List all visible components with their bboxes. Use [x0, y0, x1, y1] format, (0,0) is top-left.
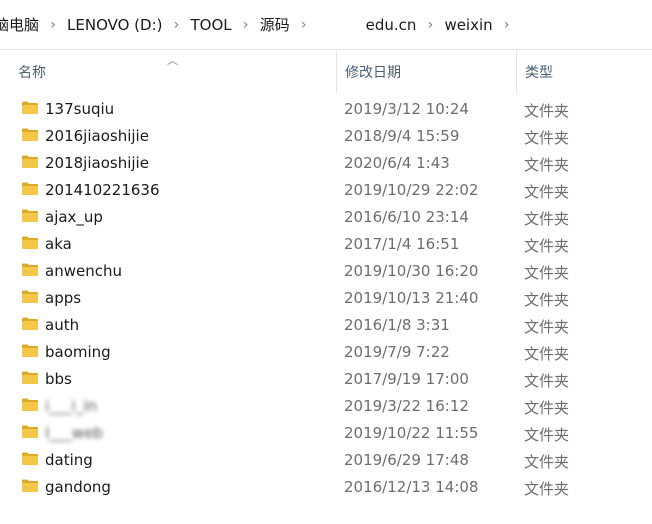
breadcrumb-this-pc[interactable]: 脑电脑 [0, 14, 41, 35]
breadcrumb-domain[interactable]: edu.cn [364, 16, 419, 34]
chevron-right-icon[interactable]: › [418, 17, 442, 33]
file-type: 文件夹 [524, 264, 570, 282]
file-row[interactable]: 2018jiaoshijie 2020/6/4 1:43 文件夹 [0, 150, 652, 177]
folder-icon [22, 182, 38, 195]
file-date: 2017/9/19 17:00 [344, 370, 469, 388]
file-type: 文件夹 [524, 156, 570, 174]
file-list: 137suqiu 2019/3/12 10:24 文件夹 2016jiaoshijie… [0, 96, 652, 501]
file-name: anwenchu [45, 262, 122, 280]
file-row[interactable]: ajax_up 2016/6/10 23:14 文件夹 [0, 204, 652, 231]
file-row[interactable]: I___web 2019/10/22 11:55 文件夹 [0, 420, 652, 447]
file-name: bbs [45, 370, 72, 388]
file-type: 文件夹 [524, 183, 570, 201]
address-bar[interactable]: 脑电脑 › LENOVO (D:) › TOOL › 源码 › edu.cn ›… [0, 0, 652, 50]
file-type: 文件夹 [524, 372, 570, 390]
folder-icon [22, 452, 38, 465]
file-row[interactable]: i___i_in 2019/3/22 16:12 文件夹 [0, 393, 652, 420]
file-name: 2018jiaoshijie [45, 154, 149, 172]
file-name: gandong [45, 478, 111, 496]
file-type: 文件夹 [524, 399, 570, 417]
file-type: 文件夹 [524, 480, 570, 498]
chevron-right-icon[interactable]: › [165, 17, 189, 33]
file-name: 2016jiaoshijie [45, 127, 149, 145]
file-date: 2020/6/4 1:43 [344, 154, 450, 172]
file-row[interactable]: auth 2016/1/8 3:31 文件夹 [0, 312, 652, 339]
file-row[interactable]: 137suqiu 2019/3/12 10:24 文件夹 [0, 96, 652, 123]
file-date: 2016/6/10 23:14 [344, 208, 469, 226]
folder-icon [22, 398, 38, 411]
chevron-right-icon[interactable]: › [41, 17, 65, 33]
column-date-label: 修改日期 [345, 65, 401, 81]
folder-icon [22, 128, 38, 141]
file-date: 2019/10/22 11:55 [344, 424, 479, 442]
folder-icon [22, 371, 38, 384]
folder-icon [22, 209, 38, 222]
file-name: ajax_up [45, 208, 103, 226]
breadcrumb-tool[interactable]: TOOL [189, 16, 234, 34]
folder-icon [22, 263, 38, 276]
file-name: baoming [45, 343, 111, 361]
breadcrumb-source[interactable]: 源码 [258, 14, 292, 35]
file-name: dating [45, 451, 93, 469]
folder-icon [22, 155, 38, 168]
file-row[interactable]: aka 2017/1/4 16:51 文件夹 [0, 231, 652, 258]
file-date: 2019/3/22 16:12 [344, 397, 469, 415]
folder-icon [22, 344, 38, 357]
column-type-label: 类型 [525, 65, 553, 81]
folder-icon [22, 317, 38, 330]
file-row[interactable]: anwenchu 2019/10/30 16:20 文件夹 [0, 258, 652, 285]
file-date: 2017/1/4 16:51 [344, 235, 460, 253]
file-type: 文件夹 [524, 345, 570, 363]
folder-icon [22, 101, 38, 114]
file-date: 2016/1/8 3:31 [344, 316, 450, 334]
column-header-name[interactable]: 名称 ︿ [0, 50, 336, 94]
folder-icon [22, 290, 38, 303]
chevron-right-icon[interactable]: › [495, 17, 519, 33]
file-date: 2019/7/9 7:22 [344, 343, 450, 361]
file-type: 文件夹 [524, 237, 570, 255]
file-name: auth [45, 316, 80, 334]
column-header: 名称 ︿ 修改日期 类型 [0, 50, 652, 94]
file-date: 2018/9/4 15:59 [344, 127, 460, 145]
file-type: 文件夹 [524, 129, 570, 147]
column-header-date[interactable]: 修改日期 [336, 50, 516, 94]
file-name: aka [45, 235, 72, 253]
file-date: 2019/3/12 10:24 [344, 100, 469, 118]
folder-icon [22, 479, 38, 492]
breadcrumb-weixin[interactable]: weixin [442, 16, 494, 34]
file-row[interactable]: 2016jiaoshijie 2018/9/4 15:59 文件夹 [0, 123, 652, 150]
file-date: 2019/10/13 21:40 [344, 289, 479, 307]
file-row[interactable]: dating 2019/6/29 17:48 文件夹 [0, 447, 652, 474]
file-row[interactable]: 201410221636 2019/10/29 22:02 文件夹 [0, 177, 652, 204]
column-name-label: 名称 [18, 65, 46, 81]
file-date: 2019/10/30 16:20 [344, 262, 479, 280]
file-type: 文件夹 [524, 102, 570, 120]
chevron-right-icon[interactable]: › [234, 17, 258, 33]
file-date: 2016/12/13 14:08 [344, 478, 479, 496]
breadcrumb-drive[interactable]: LENOVO (D:) [65, 16, 164, 34]
file-row[interactable]: gandong 2016/12/13 14:08 文件夹 [0, 474, 652, 501]
file-row[interactable]: apps 2019/10/13 21:40 文件夹 [0, 285, 652, 312]
chevron-right-icon[interactable]: › [292, 17, 316, 33]
file-name: 201410221636 [45, 181, 160, 199]
file-type: 文件夹 [524, 453, 570, 471]
folder-icon [22, 236, 38, 249]
file-name: 137suqiu [45, 100, 115, 118]
sort-ascending-icon: ︿ [167, 54, 178, 67]
file-row[interactable]: bbs 2017/9/19 17:00 文件夹 [0, 366, 652, 393]
file-date: 2019/6/29 17:48 [344, 451, 469, 469]
file-date: 2019/10/29 22:02 [344, 181, 479, 199]
column-header-type[interactable]: 类型 [516, 50, 652, 94]
file-name: apps [45, 289, 82, 307]
folder-icon [22, 425, 38, 438]
file-type: 文件夹 [524, 318, 570, 336]
file-type: 文件夹 [524, 426, 570, 444]
file-row[interactable]: baoming 2019/7/9 7:22 文件夹 [0, 339, 652, 366]
file-name: I___web [45, 424, 103, 442]
file-name: i___i_in [45, 397, 98, 415]
file-type: 文件夹 [524, 291, 570, 309]
file-type: 文件夹 [524, 210, 570, 228]
